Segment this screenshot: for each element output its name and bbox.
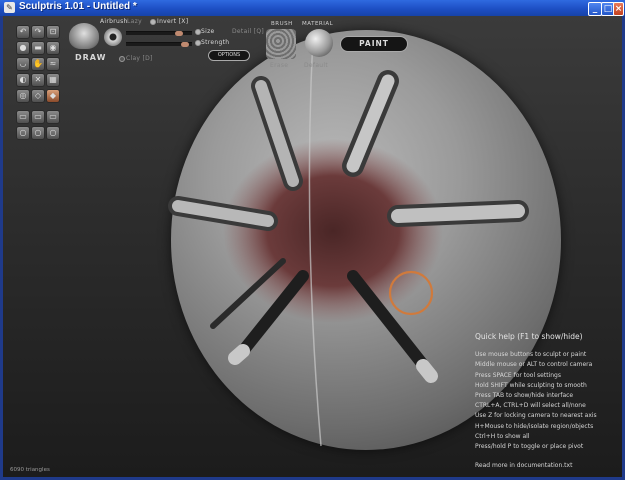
paint-button[interactable]: PAINT: [340, 36, 408, 52]
help-icon[interactable]: ○: [46, 126, 60, 140]
quick-help-panel: Quick help (F1 to show/hide) Use mouse b…: [475, 332, 597, 471]
help-line: H+Mouse to hide/isolate region/objects: [475, 422, 594, 430]
options-button[interactable]: OPTIONS: [208, 50, 250, 61]
triangle-count: 6090 triangles: [10, 467, 50, 473]
brush-header: BRUSH: [271, 21, 293, 27]
app-window: ✎ Sculptris 1.01 - Untitled * _ □ × ↶ ↷ …: [0, 0, 625, 480]
crease-icon[interactable]: ✕: [31, 73, 45, 87]
options-icon[interactable]: ○: [16, 126, 30, 140]
strength-slider[interactable]: [126, 42, 192, 47]
symmetry-icon[interactable]: ▦: [46, 73, 60, 87]
strength-label: Strength: [201, 39, 230, 46]
paint-mode-icon[interactable]: ◆: [46, 89, 60, 103]
material-sphere[interactable]: [305, 29, 333, 57]
draw-brush-preview[interactable]: [69, 23, 99, 49]
pinch-icon[interactable]: ◡: [16, 57, 30, 71]
help-line: Ctrl+H to show all: [475, 432, 530, 440]
camera-icon[interactable]: ○: [31, 126, 45, 140]
help-line: Use mouse buttons to sculpt or paint: [475, 351, 587, 359]
material-header: MATERIAL: [302, 21, 334, 27]
help-line: Press SPACE for tool settings: [475, 371, 561, 379]
help-line: Hold SHIFT while sculpting to smooth: [475, 381, 587, 389]
draw-icon[interactable]: ●: [16, 41, 30, 55]
window-title: Sculptris 1.01 - Untitled *: [19, 1, 137, 12]
help-line: Middle mouse or ALT to control camera: [475, 361, 593, 369]
airbrush-label[interactable]: Airbrush: [100, 18, 128, 25]
clay-radio[interactable]: [119, 56, 125, 62]
help-line: CTRL+A, CTRL+D will select all/none: [475, 402, 586, 410]
help-line: Use Z for locking camera to nearest axis: [475, 412, 597, 420]
invert-label[interactable]: Invert [X]: [157, 18, 188, 25]
help-footer: Read more in documentation.txt: [475, 462, 573, 470]
crop-icon[interactable]: ⊡: [46, 25, 60, 39]
help-line: Press TAB to show/hide interface: [475, 392, 574, 400]
open-icon[interactable]: ▭: [31, 110, 45, 124]
title-bar[interactable]: ✎ Sculptris 1.01 - Untitled * _ □ ×: [0, 0, 625, 16]
viewport[interactable]: ↶ ↷ ⊡ ● ▬ ◉ ◡ ✋ ≈ ◐ ✕ ▦ ◎ ◇ ◆ ▭ ▭ ▭ ○ ○ …: [3, 16, 622, 477]
size-slider-knob[interactable]: [175, 31, 184, 36]
size-slider[interactable]: [126, 31, 192, 36]
detail-label[interactable]: Detail [Q]: [232, 28, 264, 35]
strength-slider-knob[interactable]: [181, 42, 190, 47]
size-label: Size: [201, 28, 215, 35]
import-icon[interactable]: ▭: [46, 110, 60, 124]
paint-stain: [223, 139, 443, 323]
close-button[interactable]: ×: [613, 2, 624, 16]
minimize-button[interactable]: _: [588, 2, 602, 16]
redo-icon[interactable]: ↷: [31, 25, 45, 39]
flatten-icon[interactable]: ▬: [31, 41, 45, 55]
mask-icon[interactable]: ◇: [31, 89, 45, 103]
grab-icon[interactable]: ✋: [31, 57, 45, 71]
invert-radio[interactable]: [150, 19, 156, 25]
lazy-label[interactable]: Lazy: [127, 18, 142, 25]
material-name: Default: [304, 62, 329, 69]
quick-help-title: Quick help (F1 to show/hide): [475, 332, 583, 341]
clay-label[interactable]: Clay [D]: [126, 55, 153, 62]
brush-preset-name: Erase: [270, 62, 289, 69]
inflate-icon[interactable]: ◉: [46, 41, 60, 55]
brush-falloff-icon[interactable]: [104, 28, 122, 46]
brush-name: DRAW: [75, 53, 107, 62]
help-line: Press/hold P to toggle or place pivot: [475, 443, 584, 451]
undo-icon[interactable]: ↶: [16, 25, 30, 39]
wireframe-icon[interactable]: ◎: [16, 89, 30, 103]
brush-texture-swatch[interactable]: [266, 29, 296, 59]
save-icon[interactable]: ▭: [16, 110, 30, 124]
reduce-icon[interactable]: ◐: [16, 73, 30, 87]
smooth-icon[interactable]: ≈: [46, 57, 60, 71]
app-icon: ✎: [4, 2, 15, 13]
